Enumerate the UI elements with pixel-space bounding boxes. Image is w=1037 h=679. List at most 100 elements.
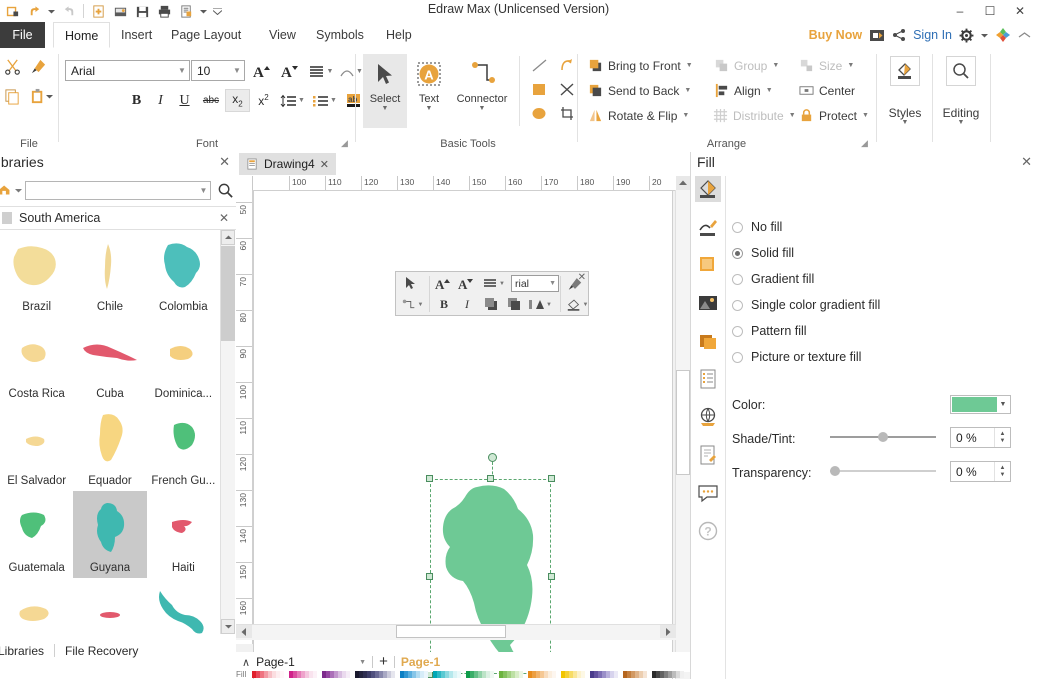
- library-shape-guatemala[interactable]: Guatemala: [0, 491, 73, 578]
- scroll-up-button[interactable]: [221, 230, 235, 245]
- align-icon[interactable]: ▼: [480, 274, 508, 293]
- subscript-button[interactable]: x2: [225, 89, 250, 112]
- picture-icon[interactable]: [695, 290, 721, 316]
- styles-button[interactable]: Styles ▼: [879, 48, 931, 144]
- palette-swatches[interactable]: [252, 671, 684, 678]
- collapse-ribbon-icon[interactable]: [1018, 31, 1031, 40]
- fill-icon[interactable]: ▼: [564, 295, 590, 314]
- text-tool[interactable]: A Text ▼: [407, 54, 451, 128]
- scrollbar-thumb[interactable]: [221, 246, 235, 341]
- send-to-back-button[interactable]: Send to Back ▼: [584, 78, 708, 103]
- document-note-icon[interactable]: [695, 442, 721, 468]
- italic-icon[interactable]: I: [456, 295, 478, 314]
- palette-swatch[interactable]: [680, 671, 684, 678]
- chevron-down-icon[interactable]: ▼: [230, 66, 244, 75]
- horizontal-ruler[interactable]: 100 110 120 130 140 150 160 170 180 190 …: [236, 176, 690, 191]
- library-search-field[interactable]: [26, 180, 197, 200]
- group-button[interactable]: Group ▼: [710, 53, 794, 78]
- page-selector[interactable]: Page-1 ▼: [256, 655, 366, 670]
- chevron-down-icon[interactable]: ▼: [847, 62, 854, 69]
- tab-libraries[interactable]: Libraries: [0, 644, 54, 658]
- fill-option-pattern-fill[interactable]: Pattern fill: [732, 324, 807, 338]
- tab-help[interactable]: Help: [375, 22, 423, 48]
- spinner-arrows[interactable]: ▲ ▼: [994, 462, 1010, 481]
- settings-gear-icon[interactable]: [959, 28, 974, 43]
- library-shape-mexico[interactable]: Mexico: [147, 578, 220, 634]
- bullet-list-button[interactable]: ▼: [309, 89, 340, 112]
- chevron-down-icon[interactable]: ▼: [997, 401, 1009, 408]
- radio-pattern-fill[interactable]: [732, 325, 743, 337]
- canvas-vertical-scrollbar[interactable]: [675, 190, 690, 679]
- resize-handle-e[interactable]: [548, 573, 555, 580]
- page-tab-page-1[interactable]: Page-1: [401, 655, 440, 669]
- strikethrough-button[interactable]: abc: [198, 89, 224, 112]
- shadow-icon[interactable]: [695, 252, 721, 278]
- tab-insert[interactable]: Insert: [110, 22, 163, 48]
- library-shape-jamaica[interactable]: Jamaica: [73, 578, 146, 634]
- library-shape-guyana[interactable]: Guyana: [73, 491, 147, 578]
- rotation-handle[interactable]: [488, 453, 497, 462]
- format-painter-icon[interactable]: [26, 54, 50, 78]
- select-tool-icon[interactable]: [399, 274, 421, 293]
- floating-font-input[interactable]: rial ▼: [511, 275, 559, 292]
- help-icon[interactable]: ?: [695, 518, 721, 544]
- tab-home[interactable]: Home: [53, 22, 111, 48]
- connector-tool[interactable]: Connector ▼: [451, 54, 513, 128]
- fill-option-solid-fill[interactable]: Solid fill: [732, 246, 794, 260]
- resize-handle-w[interactable]: [426, 573, 433, 580]
- category-close-icon[interactable]: ✕: [219, 211, 229, 225]
- resize-handle-nw[interactable]: [426, 475, 433, 482]
- fill-option-no-fill[interactable]: No fill: [732, 220, 782, 234]
- chevron-down-icon[interactable]: ▼: [359, 659, 366, 666]
- font-dialog-launcher[interactable]: ◢: [341, 138, 351, 148]
- library-shape-colombia[interactable]: Colombia: [147, 230, 220, 317]
- editing-button[interactable]: Editing ▼: [935, 48, 987, 144]
- transparency-slider[interactable]: [830, 464, 936, 478]
- layer-icon[interactable]: [695, 328, 721, 354]
- radio-gradient-fill[interactable]: [732, 273, 743, 285]
- scroll-down-button[interactable]: [221, 619, 235, 634]
- library-shape-costa-rica[interactable]: Costa Rica: [0, 317, 73, 404]
- chevron-down-icon[interactable]: ▼: [479, 105, 486, 112]
- fill-icon[interactable]: [695, 176, 721, 202]
- protect-button[interactable]: Protect ▼: [795, 103, 879, 128]
- library-shape-cuba[interactable]: Cuba: [73, 317, 146, 404]
- library-shape-honduras[interactable]: Honduras: [0, 578, 73, 634]
- distribute-button[interactable]: Distribute ▼: [710, 103, 796, 128]
- chevron-down-icon[interactable]: ▼: [426, 105, 433, 112]
- tab-view[interactable]: View: [258, 22, 307, 48]
- sign-in-link[interactable]: Sign In: [913, 28, 952, 42]
- floating-toolbar-close-icon[interactable]: ✕: [578, 272, 586, 283]
- spinner-arrows[interactable]: ▲ ▼: [994, 428, 1010, 447]
- center-button[interactable]: Center: [795, 78, 873, 103]
- arrange-dialog-launcher[interactable]: ◢: [861, 138, 871, 148]
- share-icon[interactable]: [892, 28, 906, 42]
- libraries-close-icon[interactable]: ✕: [219, 154, 230, 170]
- theme-globe-icon[interactable]: [695, 404, 721, 430]
- bring-to-front-button[interactable]: Bring to Front ▼: [584, 53, 708, 78]
- add-page-button[interactable]: +: [379, 654, 388, 669]
- slider-knob[interactable]: [877, 432, 888, 442]
- buy-now-link[interactable]: Buy Now: [809, 28, 862, 42]
- chevron-down-icon[interactable]: ▼: [772, 62, 779, 69]
- canvas-vscroll-thumb[interactable]: [676, 370, 690, 475]
- chevron-down-icon[interactable]: ▼: [382, 105, 389, 112]
- line-spacing-button[interactable]: ▼: [277, 89, 308, 112]
- library-category-header[interactable]: South America ✕: [0, 206, 236, 230]
- bold-icon[interactable]: B: [433, 295, 455, 314]
- library-search-input[interactable]: ▼: [25, 180, 211, 200]
- line-shape-icon[interactable]: [526, 54, 552, 76]
- resize-handle-ne[interactable]: [548, 475, 555, 482]
- transparency-spinner[interactable]: 0 % ▲ ▼: [950, 461, 1011, 482]
- vertical-ruler[interactable]: 50 60 70 80 90 100 110 120 130 140 150 1…: [236, 190, 253, 644]
- tab-page-layout[interactable]: Page Layout: [160, 22, 252, 48]
- collapse-pages-icon[interactable]: ∧: [242, 656, 250, 669]
- decrease-font-icon[interactable]: A: [456, 274, 478, 293]
- connector-tool-icon[interactable]: ▼: [399, 295, 425, 314]
- fill-panel-close-icon[interactable]: ✕: [1021, 154, 1032, 170]
- tab-file[interactable]: File: [0, 22, 45, 48]
- ellipse-shape-icon[interactable]: [526, 102, 552, 124]
- chevron-down-icon[interactable]: ▼: [175, 66, 189, 75]
- canvas-horizontal-scrollbar[interactable]: [236, 624, 676, 640]
- chevron-down-icon[interactable]: ▼: [682, 112, 689, 119]
